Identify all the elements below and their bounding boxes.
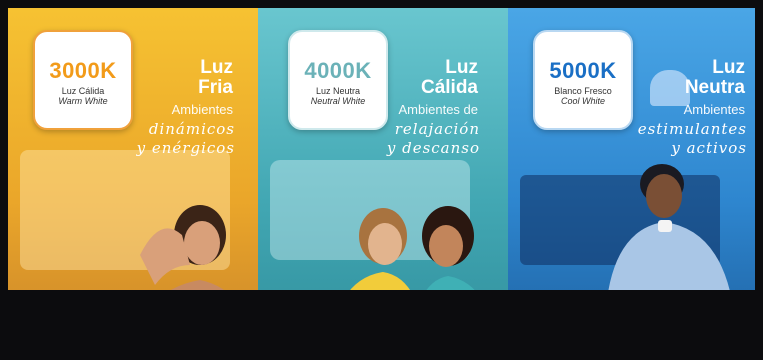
light-name-en: Warm White bbox=[58, 96, 108, 106]
title-line-1: Luz bbox=[712, 57, 745, 78]
light-name-en: Neutral White bbox=[310, 96, 366, 106]
title-line-2: Fria bbox=[198, 77, 233, 98]
panel-title-cool: Luz Neutra bbox=[685, 58, 745, 98]
script-line-2: y activos bbox=[671, 139, 747, 157]
panel-title-neutral: Luz Cálida bbox=[421, 58, 478, 98]
panel-subtitle-neutral: Ambientes de bbox=[398, 102, 479, 117]
title-line-2: Cálida bbox=[420, 77, 478, 98]
title-line-1: Luz bbox=[200, 57, 233, 78]
kelvin-value: 5000K bbox=[549, 58, 617, 83]
kelvin-value: 4000K bbox=[304, 58, 372, 83]
title-line-2: Neutra bbox=[684, 77, 745, 98]
script-line-1: dinámicos bbox=[148, 120, 235, 138]
script-line-1: estimulantes bbox=[637, 120, 747, 138]
panel-title-warm: Luz Fria bbox=[198, 58, 233, 98]
light-name-en: Cool White bbox=[560, 96, 605, 106]
bottom-band bbox=[0, 290, 763, 360]
temperature-badge-5000k: 5000K Blanco Fresco Cool White bbox=[533, 30, 633, 130]
light-name-es: Luz Cálida bbox=[61, 86, 105, 96]
script-line-2: y enérgicos bbox=[136, 139, 235, 157]
panel-subtitle-warm: Ambientes bbox=[171, 102, 233, 117]
light-name-es: Luz Neutra bbox=[315, 86, 361, 96]
script-line-1: relajación bbox=[394, 120, 480, 138]
title-line-1: Luz bbox=[445, 57, 478, 78]
temperature-badge-3000k: 3000K Luz Cálida Warm White bbox=[33, 30, 133, 130]
light-name-es: Blanco Fresco bbox=[554, 86, 612, 96]
panel-subtitle-cool: Ambientes bbox=[683, 102, 745, 117]
kelvin-value: 3000K bbox=[49, 58, 117, 83]
temperature-badge-4000k: 4000K Luz Neutra Neutral White bbox=[288, 30, 388, 130]
script-line-2: y descanso bbox=[386, 139, 480, 157]
